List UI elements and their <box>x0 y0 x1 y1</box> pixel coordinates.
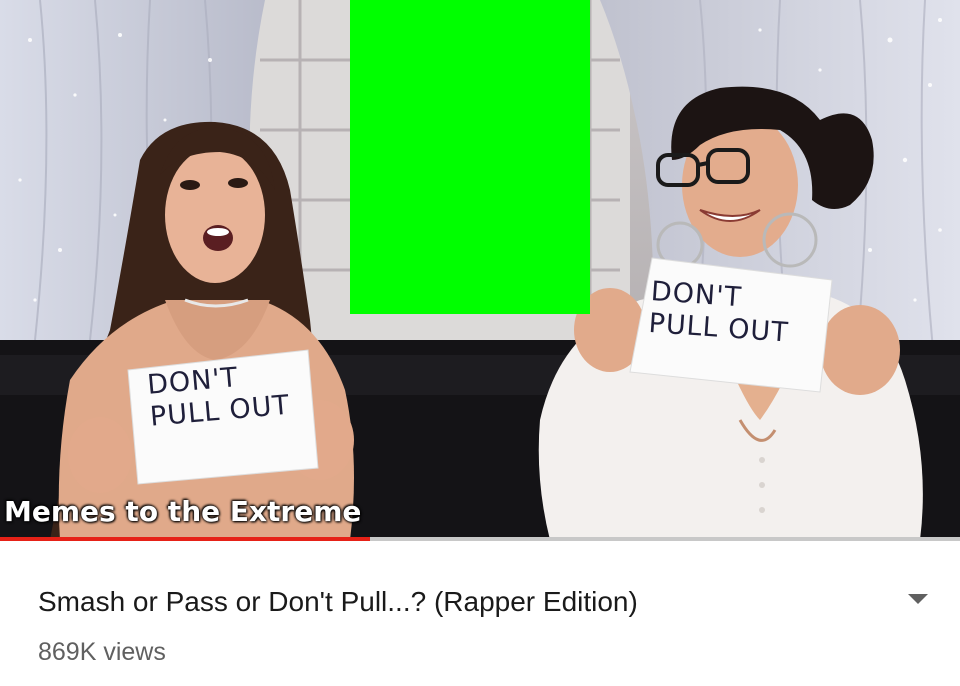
video-title[interactable]: Smash or Pass or Don't Pull...? (Rapper … <box>38 586 638 618</box>
sign-right-text: DON'T PULL OUT <box>647 276 790 349</box>
video-info-panel: Smash or Pass or Don't Pull...? (Rapper … <box>0 541 960 686</box>
green-screen-overlay <box>350 0 590 314</box>
view-count: 869K views <box>38 638 166 666</box>
video-player[interactable]: DON'T PULL OUT DON'T PULL OUT Memes to t… <box>0 0 960 540</box>
chevron-down-icon <box>908 594 928 604</box>
expand-description-button[interactable] <box>896 585 940 613</box>
sign-left-text: DON'T PULL OUT <box>146 362 292 433</box>
watermark-caption: Memes to the Extreme <box>4 495 362 528</box>
